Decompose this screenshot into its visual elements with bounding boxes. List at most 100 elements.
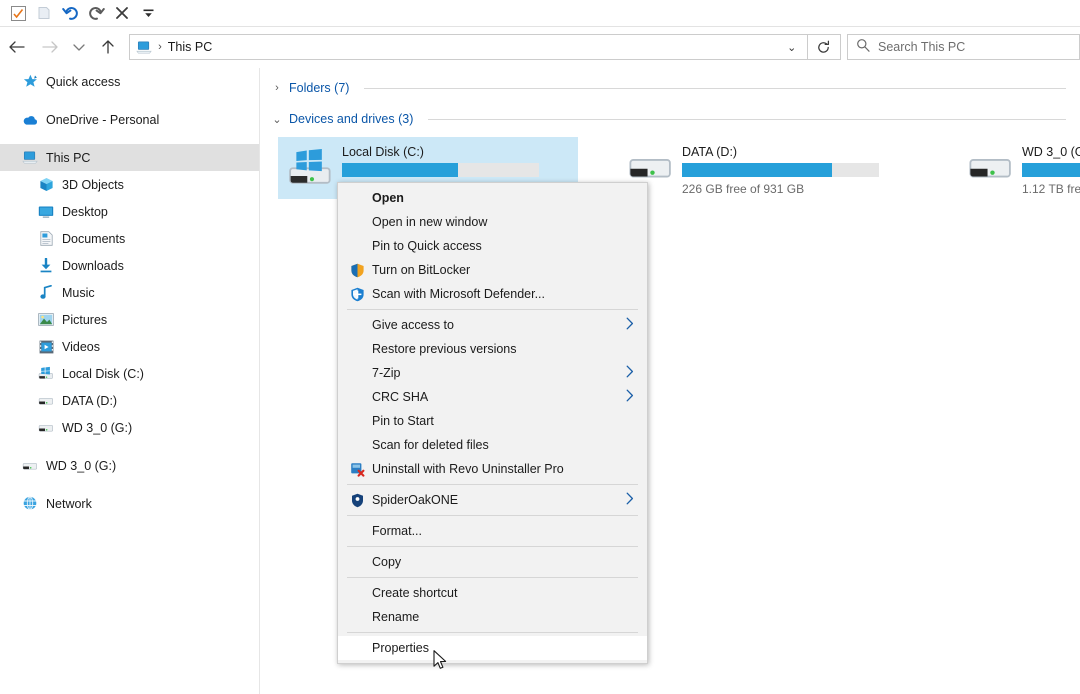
sidebar-item-wd-3-0-g[interactable]: WD 3_0 (G:): [0, 414, 259, 441]
menu-item-label: Rename: [368, 610, 619, 624]
sidebar-item-local-disk-c[interactable]: Local Disk (C:): [0, 360, 259, 387]
search-icon: [856, 38, 870, 57]
menu-item-scan-with-microsoft-defender[interactable]: Scan with Microsoft Defender...: [338, 282, 647, 306]
drive-capacity-fill: [682, 163, 832, 177]
sidebar-item-downloads[interactable]: Downloads: [0, 252, 259, 279]
address-chevron-down-icon[interactable]: ⌄: [783, 35, 801, 59]
sidebar-spacer: [0, 133, 259, 144]
sidebar-item-data-d[interactable]: DATA (D:): [0, 387, 259, 414]
sidebar-spacer: [0, 441, 259, 452]
cloud-icon: [22, 112, 38, 128]
menu-item-give-access-to[interactable]: Give access to: [338, 313, 647, 337]
sidebar-spacer: [0, 95, 259, 106]
drive-name: WD 3_0 (G:): [1022, 145, 1080, 159]
sidebar-item-quick-access[interactable]: Quick access: [0, 68, 259, 95]
sidebar-spacer: [0, 479, 259, 490]
breadcrumb-this-pc[interactable]: This PC: [168, 40, 212, 54]
group-header-folders[interactable]: ›Folders (7): [260, 77, 1080, 99]
customize-dropdown-icon[interactable]: [136, 2, 160, 24]
menu-item-label: 7-Zip: [368, 366, 619, 380]
sidebar-item-desktop[interactable]: Desktop: [0, 198, 259, 225]
menu-item-label: Create shortcut: [368, 586, 619, 600]
menu-item-label: Give access to: [368, 318, 619, 332]
menu-item-7-zip[interactable]: 7-Zip: [338, 361, 647, 385]
windows-drive-icon: [278, 143, 342, 191]
menu-item-properties[interactable]: Properties: [338, 636, 647, 660]
back-button[interactable]: [0, 31, 33, 63]
breadcrumb-separator: ›: [158, 41, 162, 53]
this-pc-icon: [22, 150, 38, 166]
recent-locations-button[interactable]: [66, 31, 91, 63]
menu-item-restore-previous-versions[interactable]: Restore previous versions: [338, 337, 647, 361]
menu-item-label: Pin to Start: [368, 414, 619, 428]
drive-capacity-fill: [342, 163, 458, 177]
sidebar-item-label: WD 3_0 (G:): [62, 421, 132, 435]
search-box[interactable]: Search This PC: [847, 34, 1080, 60]
undo-icon[interactable]: [58, 2, 82, 24]
sidebar-item-label: Desktop: [62, 205, 108, 219]
address-bar[interactable]: › This PC ⌄: [129, 34, 808, 60]
menu-item-label: Pin to Quick access: [368, 239, 619, 253]
menu-item-label: Uninstall with Revo Uninstaller Pro: [368, 462, 619, 476]
forward-button[interactable]: [33, 31, 66, 63]
menu-item-open[interactable]: Open: [338, 186, 647, 210]
chevron-right-icon[interactable]: ›: [272, 82, 282, 94]
drive-free-space-label: 226 GB free of 931 GB: [682, 182, 879, 196]
drive-capacity-bar: [682, 163, 879, 177]
drive-name: Local Disk (C:): [342, 145, 539, 159]
drive-capacity-bar: [342, 163, 539, 177]
menu-item-rename[interactable]: Rename: [338, 605, 647, 629]
sidebar-item-documents[interactable]: Documents: [0, 225, 259, 252]
sidebar-item-videos[interactable]: Videos: [0, 333, 259, 360]
this-pc-icon: [136, 39, 152, 55]
sidebar-item-music[interactable]: Music: [0, 279, 259, 306]
menu-item-label: Scan for deleted files: [368, 438, 619, 452]
menu-item-scan-for-deleted-files[interactable]: Scan for deleted files: [338, 433, 647, 457]
redo-icon[interactable]: [84, 2, 108, 24]
menu-separator: [347, 515, 638, 516]
submenu-chevron-right-icon: [619, 317, 641, 333]
menu-item-format[interactable]: Format...: [338, 519, 647, 543]
delete-icon[interactable]: [110, 2, 134, 24]
videos-icon: [38, 339, 54, 355]
sidebar-item-this-pc[interactable]: This PC: [0, 144, 259, 171]
properties-checkbox-icon[interactable]: [6, 2, 30, 24]
file-explorer-window: › This PC ⌄ Search This PC Quick access O…: [0, 0, 1080, 694]
menu-item-copy[interactable]: Copy: [338, 550, 647, 574]
menu-item-label: Scan with Microsoft Defender...: [368, 287, 619, 301]
sidebar-item-label: Pictures: [62, 313, 107, 327]
documents-icon: [38, 231, 54, 247]
menu-item-pin-to-quick-access[interactable]: Pin to Quick access: [338, 234, 647, 258]
drive-tile[interactable]: DATA (D:)226 GB free of 931 GB: [618, 137, 918, 199]
drive-capacity-bar: [1022, 163, 1080, 177]
sidebar-item-network[interactable]: Network: [0, 490, 259, 517]
sidebar-item-3d-objects[interactable]: 3D Objects: [0, 171, 259, 198]
search-input[interactable]: Search This PC: [878, 40, 965, 54]
sidebar-item-label: Downloads: [62, 259, 124, 273]
group-header-rule: [364, 88, 1066, 89]
menu-item-uninstall-with-revo-uninstaller-pro[interactable]: Uninstall with Revo Uninstaller Pro: [338, 457, 647, 481]
menu-item-create-shortcut[interactable]: Create shortcut: [338, 581, 647, 605]
drive-icon: [38, 393, 54, 409]
up-button[interactable]: [92, 31, 125, 63]
sidebar-item-pictures[interactable]: Pictures: [0, 306, 259, 333]
sidebar-item-label: WD 3_0 (G:): [46, 459, 116, 473]
menu-item-spideroakone[interactable]: SpiderOakONE: [338, 488, 647, 512]
menu-item-label: Open in new window: [368, 215, 619, 229]
menu-item-turn-on-bitlocker[interactable]: Turn on BitLocker: [338, 258, 647, 282]
sidebar-item-label: Local Disk (C:): [62, 367, 144, 381]
group-header-label: Devices and drives (3): [289, 112, 413, 126]
menu-item-open-in-new-window[interactable]: Open in new window: [338, 210, 647, 234]
sidebar-item-label: DATA (D:): [62, 394, 117, 408]
chevron-down-icon[interactable]: ⌄: [272, 113, 282, 126]
refresh-button[interactable]: [808, 34, 841, 60]
menu-item-pin-to-start[interactable]: Pin to Start: [338, 409, 647, 433]
menu-item-crc-sha[interactable]: CRC SHA: [338, 385, 647, 409]
group-header-devices-and-drives[interactable]: ⌄ Devices and drives (3): [260, 108, 1080, 130]
sidebar-item-onedrive-personal[interactable]: OneDrive - Personal: [0, 106, 259, 133]
menu-item-label: Properties: [368, 641, 619, 655]
new-folder-icon[interactable]: [32, 2, 56, 24]
menu-item-label: SpiderOakONE: [368, 493, 619, 507]
sidebar-item-wd-3-0-g[interactable]: WD 3_0 (G:): [0, 452, 259, 479]
drive-tile[interactable]: WD 3_0 (G:)1.12 TB free of 1.8: [958, 137, 1080, 199]
